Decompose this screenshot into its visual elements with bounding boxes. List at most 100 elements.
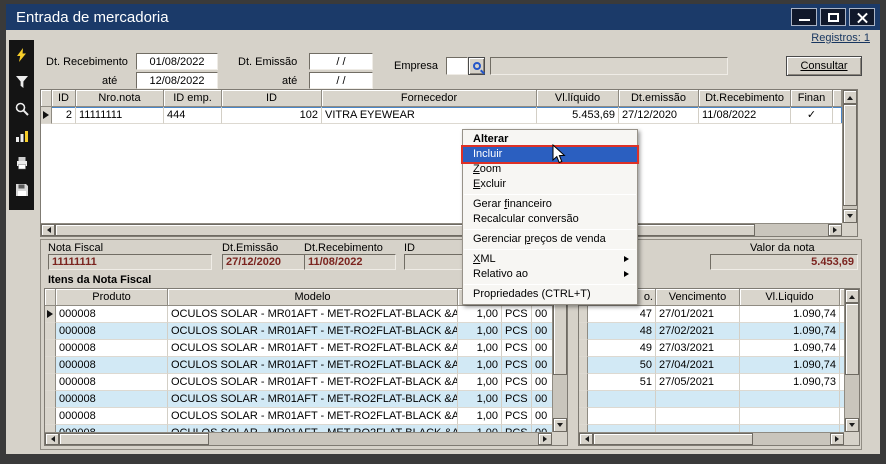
column-header[interactable]: Vencimento xyxy=(656,289,740,306)
cell[interactable]: 1.090,74 xyxy=(740,357,840,374)
column-header[interactable]: Finan xyxy=(791,90,833,107)
cell[interactable]: PCS xyxy=(502,391,532,408)
cell[interactable]: 1,00 xyxy=(458,391,502,408)
row-selector[interactable] xyxy=(579,306,588,323)
table-row[interactable]: 000008OCULOS SOLAR - MR01AFT - MET-RO2FL… xyxy=(45,391,552,408)
column-header[interactable]: Dt.Recebimento xyxy=(699,90,791,107)
scroll-left-button[interactable] xyxy=(41,224,55,236)
horizontal-scrollbar[interactable] xyxy=(579,432,844,445)
dt-recebimento-de-input[interactable]: 01/08/2022 xyxy=(136,53,218,70)
filter-button[interactable] xyxy=(12,72,32,92)
cell[interactable]: 102 xyxy=(222,107,322,124)
cell[interactable]: 27/12/2020 xyxy=(619,107,699,124)
execute-button[interactable] xyxy=(12,45,32,65)
table-row[interactable]: 000008OCULOS SOLAR - MR01AFT - MET-RO2FL… xyxy=(45,323,552,340)
cell[interactable]: 00 xyxy=(532,340,552,357)
cell[interactable]: OCULOS SOLAR - MR01AFT - MET-RO2FLAT-BLA… xyxy=(168,425,458,432)
cell[interactable] xyxy=(656,425,740,432)
scroll-down-button[interactable] xyxy=(553,418,567,432)
column-header[interactable]: Nro.nota xyxy=(76,90,164,107)
row-selector[interactable] xyxy=(579,391,588,408)
column-header[interactable]: ID xyxy=(52,90,76,107)
column-header[interactable]: Produto xyxy=(56,289,168,306)
menu-item-incluir[interactable]: Incluir xyxy=(463,147,637,162)
scroll-down-button[interactable] xyxy=(845,418,859,432)
row-selector[interactable] xyxy=(45,340,56,357)
cell[interactable]: 11/08/2022 xyxy=(699,107,791,124)
dt-recebimento-ate-input[interactable]: 12/08/2022 xyxy=(136,72,218,89)
menu-item-propriedades-ctrl-t[interactable]: Propriedades (CTRL+T) xyxy=(463,287,637,302)
cell[interactable]: PCS xyxy=(502,323,532,340)
cell[interactable]: 00 xyxy=(532,391,552,408)
cell[interactable]: 000008 xyxy=(56,425,168,432)
horizontal-scrollbar[interactable] xyxy=(45,432,552,445)
minimize-button[interactable] xyxy=(791,8,817,26)
row-selector[interactable] xyxy=(45,391,56,408)
cell[interactable]: ✓ xyxy=(791,107,833,124)
cell[interactable]: OCULOS SOLAR - MR01AFT - MET-RO2FLAT-BLA… xyxy=(168,408,458,425)
cell[interactable]: VITRA EYEWEAR xyxy=(322,107,537,124)
cell[interactable]: 000008 xyxy=(56,357,168,374)
cell[interactable]: 00 xyxy=(532,425,552,432)
cell[interactable] xyxy=(740,425,840,432)
scrollbar-thumb[interactable] xyxy=(843,104,857,206)
vertical-scrollbar[interactable] xyxy=(844,289,859,432)
row-selector[interactable] xyxy=(579,323,588,340)
cell[interactable]: 1,00 xyxy=(458,340,502,357)
cell[interactable]: 27/02/2021 xyxy=(656,323,740,340)
row-selector[interactable] xyxy=(45,374,56,391)
menu-item-relativo-ao[interactable]: Relativo ao xyxy=(463,267,637,282)
scroll-up-button[interactable] xyxy=(845,289,859,303)
table-row[interactable]: 000008OCULOS SOLAR - MR01AFT - MET-RO2FL… xyxy=(45,357,552,374)
cell[interactable]: OCULOS SOLAR - MR01AFT - MET-RO2FLAT-BLA… xyxy=(168,391,458,408)
table-row[interactable]: 000008OCULOS SOLAR - MR01AFT - MET-RO2FL… xyxy=(45,374,552,391)
column-header[interactable]: Vl.líquido xyxy=(537,90,619,107)
cell[interactable] xyxy=(588,425,656,432)
table-row[interactable]: 5027/04/20211.090,74 xyxy=(579,357,844,374)
table-row[interactable]: 5127/05/20211.090,73 xyxy=(579,374,844,391)
horizontal-scrollbar[interactable] xyxy=(41,223,842,236)
row-selector[interactable] xyxy=(45,408,56,425)
cell[interactable]: 00 xyxy=(532,323,552,340)
column-header[interactable]: Modelo xyxy=(168,289,458,306)
chart-button[interactable] xyxy=(12,126,32,146)
cell[interactable]: 000008 xyxy=(56,340,168,357)
cell[interactable]: OCULOS SOLAR - MR01AFT - MET-RO2FLAT-BLA… xyxy=(168,374,458,391)
cell[interactable]: 47 xyxy=(588,306,656,323)
cell[interactable]: 1,00 xyxy=(458,323,502,340)
zoom-button[interactable] xyxy=(12,99,32,119)
cell[interactable] xyxy=(588,408,656,425)
close-button[interactable] xyxy=(849,8,875,26)
table-row[interactable]: 4827/02/20211.090,74 xyxy=(579,323,844,340)
cell[interactable]: 48 xyxy=(588,323,656,340)
row-selector[interactable] xyxy=(45,306,56,323)
cell[interactable]: 1.090,74 xyxy=(740,323,840,340)
row-selector[interactable] xyxy=(45,357,56,374)
cell[interactable]: PCS xyxy=(502,340,532,357)
cell[interactable]: OCULOS SOLAR - MR01AFT - MET-RO2FLAT-BLA… xyxy=(168,306,458,323)
cell[interactable]: 444 xyxy=(164,107,222,124)
cell[interactable] xyxy=(656,391,740,408)
save-button[interactable] xyxy=(12,180,32,200)
cell[interactable]: 00 xyxy=(532,374,552,391)
table-row[interactable]: 211111111444102VITRA EYEWEAR5.453,6927/1… xyxy=(41,107,842,124)
empresa-codigo-input[interactable] xyxy=(446,57,468,75)
vertical-scrollbar[interactable] xyxy=(552,289,567,432)
scroll-right-button[interactable] xyxy=(538,433,552,445)
table-row[interactable]: 4927/03/20211.090,74 xyxy=(579,340,844,357)
cell[interactable] xyxy=(588,391,656,408)
maximize-button[interactable] xyxy=(820,8,846,26)
row-selector[interactable] xyxy=(579,357,588,374)
column-header[interactable]: Vl.Liquido xyxy=(740,289,840,306)
scroll-left-button[interactable] xyxy=(45,433,59,445)
table-row[interactable]: 000008OCULOS SOLAR - MR01AFT - MET-RO2FL… xyxy=(45,306,552,323)
cell[interactable]: 1,00 xyxy=(458,357,502,374)
column-header[interactable]: ID xyxy=(222,90,322,107)
menu-item-gerar-financeiro[interactable]: Gerar financeiro xyxy=(463,197,637,212)
scrollbar-thumb[interactable] xyxy=(59,433,209,445)
cell[interactable]: PCS xyxy=(502,408,532,425)
cell[interactable]: 1,00 xyxy=(458,306,502,323)
table-row[interactable] xyxy=(579,391,844,408)
cell[interactable]: 27/04/2021 xyxy=(656,357,740,374)
cell[interactable]: 49 xyxy=(588,340,656,357)
